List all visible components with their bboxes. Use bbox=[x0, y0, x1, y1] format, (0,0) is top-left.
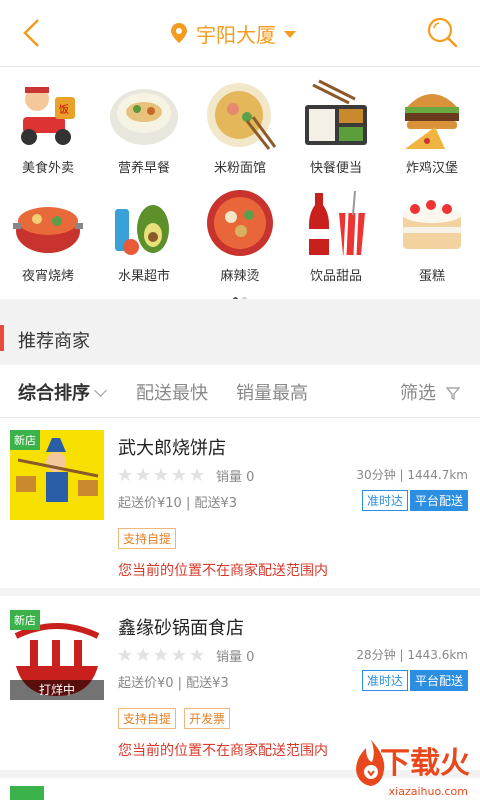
spicy-soup-icon bbox=[207, 190, 273, 256]
top-bar: 宇阳大厦 bbox=[0, 0, 480, 67]
category-label: 快餐便当 bbox=[309, 161, 362, 176]
divider bbox=[0, 299, 480, 313]
filter-funnel-icon bbox=[445, 387, 461, 400]
star-icon bbox=[118, 648, 132, 661]
sort-bar: 综合排序 配送最快 销量最高 筛选 bbox=[0, 365, 480, 418]
shop-card[interactable]: 新店 武大郎烧饼店 销量 0 30分钟 | 1444.7km 起送价¥10 | … bbox=[0, 418, 480, 596]
watermark: 下载火 xiazaihuo.com bbox=[270, 734, 480, 800]
drinks-icon bbox=[309, 190, 365, 256]
time-distance: 28分钟 | 1443.6km bbox=[356, 648, 468, 662]
star-icon bbox=[172, 468, 186, 481]
category-label: 夜宵烧烤 bbox=[21, 269, 74, 284]
watermark-url: xiazaihuo.com bbox=[388, 785, 468, 798]
section-accent-bar bbox=[0, 325, 4, 351]
new-store-badge: 新店 bbox=[10, 430, 40, 450]
sort-label: 综合排序 bbox=[18, 383, 90, 404]
feature-tags: 支持自提 开发票 bbox=[118, 708, 238, 729]
back-chevron-icon[interactable] bbox=[18, 17, 48, 49]
category-label: 麻辣烫 bbox=[220, 269, 260, 284]
feature-tag: 开发票 bbox=[184, 708, 231, 729]
new-store-badge: 新店 bbox=[10, 610, 40, 630]
shop-name: 鑫缘砂锅面食店 bbox=[118, 618, 244, 639]
rating-stars bbox=[118, 648, 208, 662]
min-order-price: 起送价¥10 | 配送¥3 bbox=[118, 496, 237, 511]
noodle-bowl-icon bbox=[207, 83, 277, 150]
category-bbq[interactable]: 夜宵烧烤 bbox=[0, 185, 96, 284]
new-store-badge-partial bbox=[10, 786, 44, 800]
platform-delivery-badge: 平台配送 bbox=[409, 670, 468, 691]
location-pin-icon bbox=[171, 23, 187, 43]
category-label: 饮品甜品 bbox=[309, 269, 362, 284]
category-food-delivery[interactable]: 饭 美食外卖 bbox=[0, 77, 96, 176]
section-title: 推荐商家 bbox=[18, 331, 90, 352]
platform-delivery-badge: 平台配送 bbox=[409, 490, 468, 511]
chevron-down-icon bbox=[284, 30, 296, 38]
breakfast-icon bbox=[110, 89, 178, 145]
filter-button[interactable]: 筛选 bbox=[400, 379, 461, 405]
category-cake[interactable]: 蛋糕 bbox=[384, 185, 480, 284]
star-icon bbox=[172, 648, 186, 661]
cake-icon bbox=[403, 200, 461, 249]
star-icon bbox=[154, 468, 168, 481]
feature-tags: 支持自提 bbox=[118, 528, 184, 549]
category-malatang[interactable]: 麻辣烫 bbox=[192, 185, 288, 284]
burger-icon bbox=[405, 94, 459, 149]
hotpot-icon bbox=[13, 207, 83, 253]
closed-status: 打烊中 bbox=[10, 680, 104, 700]
filter-label: 筛选 bbox=[400, 383, 436, 404]
category-fruit[interactable]: 水果超市 bbox=[96, 185, 192, 284]
feature-tag: 支持自提 bbox=[118, 708, 177, 729]
star-icon bbox=[118, 468, 132, 481]
category-label: 蛋糕 bbox=[418, 269, 445, 284]
star-icon bbox=[136, 468, 150, 481]
food-delivery-icon: 饭 bbox=[21, 87, 75, 145]
category-breakfast[interactable]: 营养早餐 bbox=[96, 77, 192, 176]
location-selector[interactable]: 宇阳大厦 bbox=[170, 18, 296, 48]
chevron-down-icon bbox=[94, 384, 107, 397]
category-label: 美食外卖 bbox=[21, 161, 74, 176]
star-icon bbox=[190, 468, 204, 481]
star-icon bbox=[190, 648, 204, 661]
on-time-badge: 准时达 bbox=[361, 490, 408, 511]
category-fastfood[interactable]: 快餐便当 bbox=[288, 77, 384, 176]
category-label: 营养早餐 bbox=[117, 161, 170, 176]
category-drinks[interactable]: 饮品甜品 bbox=[288, 185, 384, 284]
category-burger[interactable]: 炸鸡汉堡 bbox=[384, 77, 480, 176]
on-time-badge: 准时达 bbox=[361, 670, 408, 691]
time-distance: 30分钟 | 1444.7km bbox=[356, 468, 468, 482]
svg-text:饭: 饭 bbox=[59, 104, 69, 116]
sales-count: 销量 0 bbox=[216, 470, 255, 485]
rating-stars bbox=[118, 468, 208, 482]
fruit-icon bbox=[115, 205, 169, 255]
sort-comprehensive[interactable]: 综合排序 bbox=[18, 379, 107, 405]
sales-count: 销量 0 bbox=[216, 650, 255, 665]
star-icon bbox=[136, 648, 150, 661]
search-icon[interactable] bbox=[426, 16, 458, 48]
category-label: 米粉面馆 bbox=[213, 161, 266, 176]
sort-fastest[interactable]: 配送最快 bbox=[136, 379, 208, 405]
category-noodles[interactable]: 米粉面馆 bbox=[192, 77, 288, 176]
category-grid: 饭 美食外卖 营养早餐 米粉面馆 快餐便当 炸鸡汉堡 夜宵烧烤 水果超市 麻辣烫… bbox=[0, 67, 480, 302]
sort-sales[interactable]: 销量最高 bbox=[236, 379, 308, 405]
out-of-range-warning: 您当前的位置不在商家配送范围内 bbox=[118, 563, 328, 579]
bento-box-icon bbox=[305, 79, 367, 145]
feature-tag: 支持自提 bbox=[118, 528, 177, 549]
watermark-text: 下载火 bbox=[380, 746, 470, 781]
shop-name: 武大郎烧饼店 bbox=[118, 438, 226, 459]
category-label: 水果超市 bbox=[117, 269, 170, 284]
location-name: 宇阳大厦 bbox=[196, 22, 276, 47]
category-label: 炸鸡汉堡 bbox=[405, 161, 458, 176]
min-order-price: 起送价¥0 | 配送¥3 bbox=[118, 676, 229, 691]
star-icon bbox=[154, 648, 168, 661]
section-header: 推荐商家 bbox=[0, 313, 480, 365]
